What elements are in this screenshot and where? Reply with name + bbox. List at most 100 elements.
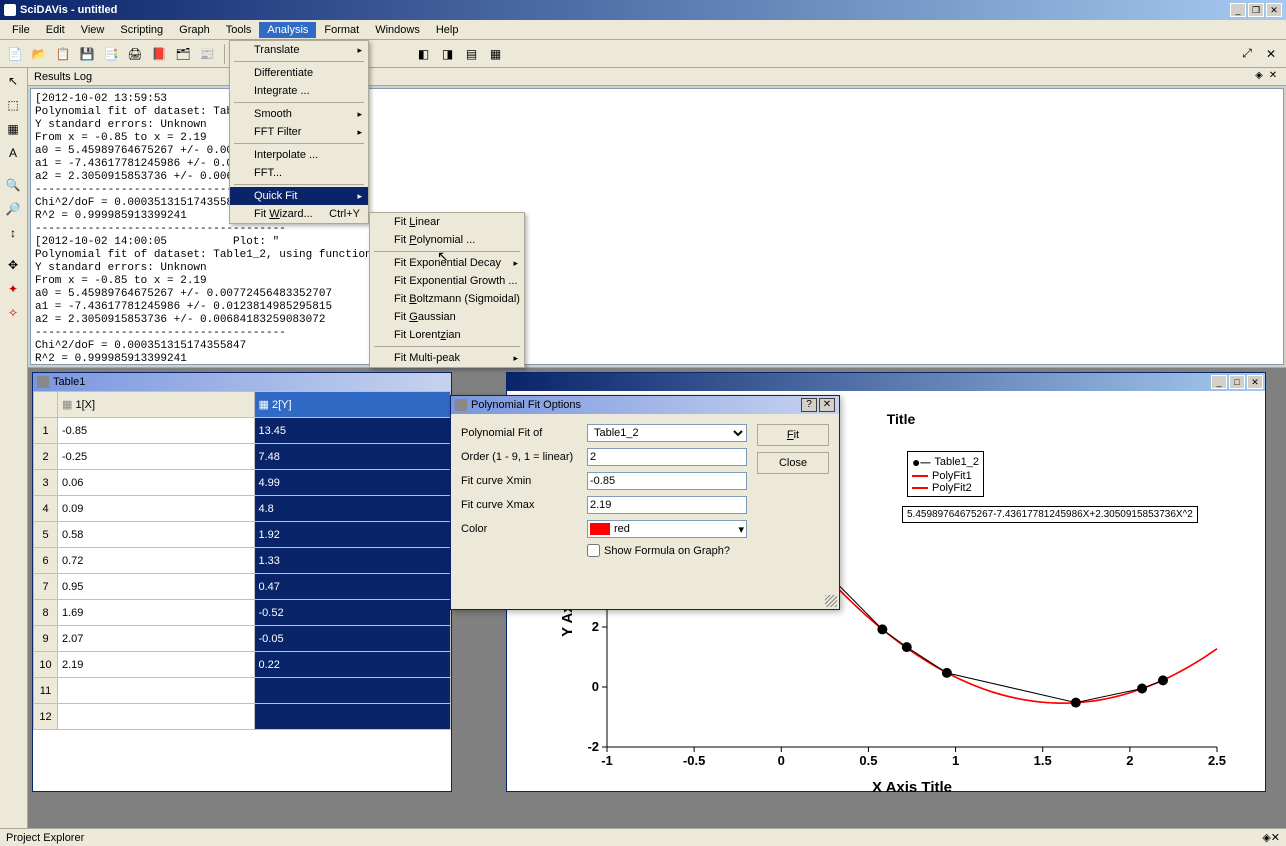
tool2-button[interactable]: ◨ bbox=[437, 43, 459, 65]
table-corner[interactable] bbox=[34, 392, 58, 418]
table-row[interactable]: 70.950.47 bbox=[34, 574, 451, 600]
order-input[interactable] bbox=[587, 448, 747, 466]
print-button[interactable]: 🖨 bbox=[124, 43, 146, 65]
dialog-titlebar[interactable]: Polynomial Fit Options ? ✕ bbox=[451, 396, 839, 414]
open-button[interactable]: 📂 bbox=[28, 43, 50, 65]
color-select[interactable]: red ▾ bbox=[587, 520, 747, 538]
menu-windows[interactable]: Windows bbox=[367, 22, 428, 38]
expand-button[interactable]: ⤢ bbox=[1236, 43, 1258, 65]
color-swatch bbox=[590, 523, 610, 535]
menu-help[interactable]: Help bbox=[428, 22, 467, 38]
col-header-x[interactable]: ▦ 1[X] bbox=[58, 392, 255, 418]
remove-tool[interactable]: ✦ bbox=[2, 278, 24, 300]
menu-quick-fit[interactable]: Quick Fit▸ bbox=[230, 187, 368, 205]
menu-interpolate[interactable]: Interpolate ... bbox=[230, 146, 368, 164]
close-all-button[interactable]: ✕ bbox=[1260, 43, 1282, 65]
project-explorer-bar[interactable]: Project Explorer ◈ ✕ bbox=[0, 828, 1286, 846]
data-table[interactable]: ▦ 1[X] ▦ 2[Y] 1-0.8513.452-0.257.4830.06… bbox=[33, 391, 451, 730]
formula-label[interactable]: 5.45989764675267-7.43617781245986X+2.305… bbox=[902, 506, 1198, 523]
menu-translate[interactable]: Translate▸ bbox=[230, 41, 368, 59]
maximize-button[interactable]: ❐ bbox=[1248, 3, 1264, 17]
menu-view[interactable]: View bbox=[73, 22, 113, 38]
results-log-text[interactable]: [2012-10-02 13:59:53 Plot: " Polynomial … bbox=[30, 88, 1284, 365]
open-template-button[interactable]: 📋 bbox=[52, 43, 74, 65]
results-log-close[interactable]: ✕ bbox=[1266, 70, 1280, 84]
menu-integrate[interactable]: Integrate ... bbox=[230, 82, 368, 100]
col-header-y[interactable]: ▦ 2[Y] bbox=[254, 392, 451, 418]
menu-fft-filter[interactable]: FFT Filter▸ bbox=[230, 123, 368, 141]
menu-fit-wizard[interactable]: Fit Wizard...Ctrl+Y bbox=[230, 205, 368, 223]
pointer-tool[interactable]: ↖ bbox=[2, 70, 24, 92]
table-row[interactable]: 12 bbox=[34, 704, 451, 730]
xmax-input[interactable] bbox=[587, 496, 747, 514]
dialog-help[interactable]: ? bbox=[801, 398, 817, 412]
menu-fit-gaussian[interactable]: Fit Gaussian bbox=[370, 308, 524, 326]
graph-window-title[interactable]: _ □ ✕ bbox=[507, 373, 1265, 391]
table-window[interactable]: Table1 ▦ 1[X] ▦ 2[Y] 1-0.8513.452-0.257.… bbox=[32, 372, 452, 792]
graph-minimize[interactable]: _ bbox=[1211, 375, 1227, 389]
save-template-button[interactable]: 📑 bbox=[100, 43, 122, 65]
menu-fit-exp-growth[interactable]: Fit Exponential Growth ... bbox=[370, 272, 524, 290]
tool3-button[interactable]: ▤ bbox=[461, 43, 483, 65]
xmin-input[interactable] bbox=[587, 472, 747, 490]
results-log-dock[interactable]: ◈ bbox=[1252, 70, 1266, 84]
graph-close[interactable]: ✕ bbox=[1247, 375, 1263, 389]
add-tool[interactable]: ✧ bbox=[2, 302, 24, 324]
menu-file[interactable]: File bbox=[4, 22, 38, 38]
close-dialog-button[interactable]: Close bbox=[757, 452, 829, 474]
menu-tools[interactable]: Tools bbox=[218, 22, 260, 38]
menu-fit-exp-decay[interactable]: Fit Exponential Decay▸ bbox=[370, 254, 524, 272]
menu-fft[interactable]: FFT... bbox=[230, 164, 368, 182]
menu-graph[interactable]: Graph bbox=[171, 22, 218, 38]
menu-format[interactable]: Format bbox=[316, 22, 367, 38]
table-row[interactable]: 2-0.257.48 bbox=[34, 444, 451, 470]
table-row[interactable]: 60.721.33 bbox=[34, 548, 451, 574]
range-tool[interactable]: ▦ bbox=[2, 118, 24, 140]
graph-legend[interactable]: ●─Table1_2 PolyFit1 PolyFit2 bbox=[907, 451, 984, 497]
menu-fit-multipeak[interactable]: Fit Multi-peak▸ bbox=[370, 349, 524, 367]
new-button[interactable]: 📄 bbox=[4, 43, 26, 65]
fit-button[interactable]: Fit bbox=[757, 424, 829, 446]
table-row[interactable]: 50.581.92 bbox=[34, 522, 451, 548]
table-row[interactable]: 92.07-0.05 bbox=[34, 626, 451, 652]
table-window-title[interactable]: Table1 bbox=[33, 373, 451, 391]
project-explorer-dock[interactable]: ◈ bbox=[1262, 831, 1270, 844]
explorer-button[interactable]: 🗂 bbox=[172, 43, 194, 65]
menu-smooth[interactable]: Smooth▸ bbox=[230, 105, 368, 123]
menu-fit-boltzmann[interactable]: Fit Boltzmann (Sigmoidal) bbox=[370, 290, 524, 308]
pdf-button[interactable]: 📕 bbox=[148, 43, 170, 65]
menu-scripting[interactable]: Scripting bbox=[112, 22, 171, 38]
minimize-button[interactable]: _ bbox=[1230, 3, 1246, 17]
text-tool[interactable]: A bbox=[2, 142, 24, 164]
menu-differentiate[interactable]: Differentiate bbox=[230, 64, 368, 82]
table-row[interactable]: 11 bbox=[34, 678, 451, 704]
menu-fit-polynomial[interactable]: Fit Polynomial ... bbox=[370, 231, 524, 249]
table-row[interactable]: 1-0.8513.45 bbox=[34, 418, 451, 444]
menu-analysis[interactable]: Analysis bbox=[259, 22, 316, 38]
menu-fit-linear[interactable]: Fit Linear bbox=[370, 213, 524, 231]
graph-maximize[interactable]: □ bbox=[1229, 375, 1245, 389]
dialog-resize-grip[interactable] bbox=[825, 595, 837, 607]
dialog-close[interactable]: ✕ bbox=[819, 398, 835, 412]
polynomial-fit-dialog[interactable]: Polynomial Fit Options ? ✕ Polynomial Fi… bbox=[450, 395, 840, 610]
show-formula-checkbox[interactable] bbox=[587, 544, 600, 557]
menu-edit[interactable]: Edit bbox=[38, 22, 73, 38]
menu-fit-lorentzian[interactable]: Fit Lorentzian bbox=[370, 326, 524, 344]
project-explorer-close[interactable]: ✕ bbox=[1271, 831, 1280, 844]
save-button[interactable]: 💾 bbox=[76, 43, 98, 65]
fit-of-select[interactable]: Table1_2 bbox=[587, 424, 747, 442]
zoom-out-tool[interactable]: 🔎 bbox=[2, 198, 24, 220]
table-row[interactable]: 30.064.99 bbox=[34, 470, 451, 496]
table-row[interactable]: 40.094.8 bbox=[34, 496, 451, 522]
rescale-tool[interactable]: ↕ bbox=[2, 222, 24, 244]
zoom-in-tool[interactable]: 🔍 bbox=[2, 174, 24, 196]
close-button[interactable]: ✕ bbox=[1266, 3, 1282, 17]
table-row[interactable]: 81.69-0.52 bbox=[34, 600, 451, 626]
app-icon bbox=[4, 4, 16, 16]
table-row[interactable]: 102.190.22 bbox=[34, 652, 451, 678]
tool4-button[interactable]: ▦ bbox=[485, 43, 507, 65]
log-button[interactable]: 📰 bbox=[196, 43, 218, 65]
tool1-button[interactable]: ◧ bbox=[413, 43, 435, 65]
data-tool[interactable]: ⬚ bbox=[2, 94, 24, 116]
move-tool[interactable]: ✥ bbox=[2, 254, 24, 276]
